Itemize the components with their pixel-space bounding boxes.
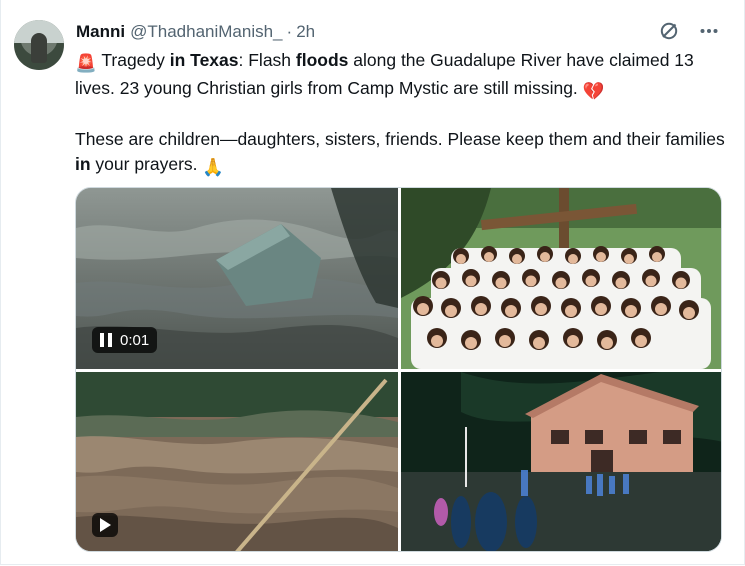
tweet-card[interactable]: Manni @ThadhaniManish_ · 2h 🚨 Tragedy in… xyxy=(0,0,745,565)
pray-emoji: 🙏 xyxy=(202,156,225,177)
media-grid: 0:01 xyxy=(75,187,722,552)
top-actions xyxy=(658,20,720,42)
avatar[interactable] xyxy=(14,20,64,70)
handle[interactable]: @ThadhaniManish_ xyxy=(130,22,282,42)
tweet-paragraph-2: These are children—daughters, sisters, f… xyxy=(75,127,735,179)
play-button[interactable] xyxy=(92,513,118,537)
grok-icon[interactable] xyxy=(658,20,680,42)
tweet-text: 🚨 Tragedy in Texas: Flash floods along t… xyxy=(75,48,735,179)
display-name[interactable]: Manni xyxy=(76,22,125,42)
pause-icon xyxy=(100,333,112,347)
more-dots-icon[interactable] xyxy=(698,20,720,42)
tweet-paragraph-1: 🚨 Tragedy in Texas: Flash floods along t… xyxy=(75,48,735,103)
group-photo-thumbnail[interactable] xyxy=(401,188,721,369)
river-video-thumbnail[interactable] xyxy=(76,372,398,551)
tweet-header: Manni @ThadhaniManish_ · 2h xyxy=(76,20,315,44)
night-cabin-thumbnail[interactable] xyxy=(401,372,721,551)
flood-video-thumbnail[interactable]: 0:01 xyxy=(76,188,398,369)
broken-heart-emoji: 💔 xyxy=(582,80,605,101)
video-time: 0:01 xyxy=(120,331,150,349)
play-icon xyxy=(100,518,111,532)
siren-emoji: 🚨 xyxy=(75,53,97,73)
video-timer-badge[interactable]: 0:01 xyxy=(92,327,158,353)
timestamp[interactable]: 2h xyxy=(296,22,315,42)
separator-dot: · xyxy=(286,22,293,41)
